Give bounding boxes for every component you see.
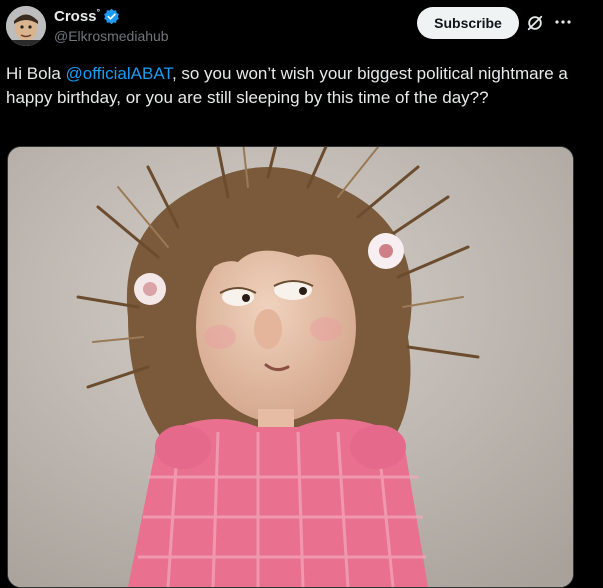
flower-right bbox=[368, 233, 404, 269]
more-icon[interactable] bbox=[553, 12, 573, 32]
tweet-text: Hi Bola @officialABAT, so you won’t wish… bbox=[6, 64, 568, 107]
flower-left bbox=[134, 273, 166, 305]
author-handle[interactable]: @Elkrosmediahub bbox=[54, 28, 169, 44]
author-name[interactable]: Cross° bbox=[54, 7, 100, 25]
mention-link[interactable]: @officialABAT bbox=[66, 64, 172, 83]
grok-icon[interactable] bbox=[526, 14, 544, 32]
author-name-row[interactable]: Cross° bbox=[54, 7, 120, 25]
verified-badge-icon bbox=[104, 8, 120, 24]
avatar[interactable] bbox=[6, 6, 46, 46]
author-name-suffix: ° bbox=[96, 7, 101, 17]
doll-photo bbox=[8, 147, 573, 587]
tweet-media[interactable] bbox=[7, 146, 574, 588]
subscribe-button[interactable]: Subscribe bbox=[417, 7, 519, 39]
avatar-image bbox=[6, 6, 46, 46]
